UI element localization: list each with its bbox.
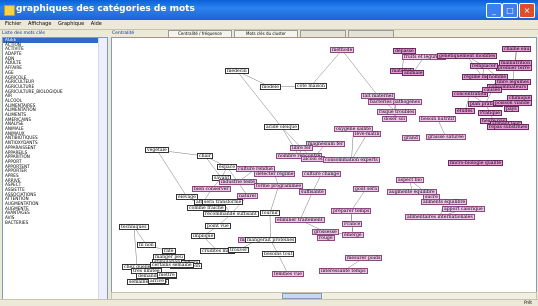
graph-canvas[interactable]: méthode dépassé fruits et légumes génétique… — [111, 37, 537, 293]
graph-node[interactable]: consommation experts — [323, 157, 380, 163]
graph-node[interactable]: pays — [504, 106, 519, 112]
graph-node[interactable]: goût sera — [353, 186, 379, 192]
graph-node[interactable]: méthode — [330, 47, 355, 53]
graph-node[interactable]: premier terre — [496, 65, 532, 71]
graph-node[interactable]: besoin nutritif — [419, 116, 457, 122]
graph-node[interactable]: apport calorique — [442, 206, 485, 212]
graph-node[interactable]: doser soi — [382, 116, 408, 122]
graph-node[interactable]: remplacer — [470, 63, 498, 69]
menu-affichage[interactable]: Affichage — [28, 20, 52, 29]
graph-node[interactable]: forme programmée — [254, 183, 304, 189]
graph-node[interactable]: éliminer traitement — [275, 217, 325, 223]
status-text: Prêt — [524, 300, 532, 305]
graph-node[interactable]: aliments équilibre — [421, 199, 468, 205]
title-bar: graphiques des catégories de mots _ □ × — [0, 0, 538, 20]
graph-node[interactable]: détecter régime — [254, 171, 296, 177]
graph-edge — [269, 185, 279, 214]
graph-node[interactable]: fil non — [137, 242, 156, 248]
graph-node[interactable]: techniques — [119, 224, 149, 230]
graph-node[interactable]: études — [455, 108, 475, 114]
graph-node[interactable]: repas substitués — [487, 124, 530, 130]
close-button[interactable]: × — [519, 3, 535, 18]
view-tabs: Centralité Centralité / fréquence Mots c… — [112, 30, 538, 38]
graph-node[interactable]: graisse saturée — [426, 134, 466, 140]
graph-node[interactable]: recommandé suffisant — [203, 211, 259, 217]
menu-graphique[interactable]: Graphique — [58, 20, 84, 29]
keyword-list[interactable]: AGEE ACTION ACTIVITE ADAPTE ADN ADULTE AFFAIRE… — [2, 37, 108, 303]
minimize-button[interactable]: _ — [486, 3, 502, 18]
graph-node[interactable]: espace — [217, 164, 238, 170]
graph-node[interactable]: chaîne eau — [502, 46, 532, 52]
graph-node[interactable]: végétale — [145, 147, 169, 153]
graph-node[interactable]: bien conserver — [192, 186, 231, 192]
graph-node[interactable]: mesurer poids — [345, 255, 383, 261]
graph-node[interactable]: besoins tout — [262, 251, 295, 257]
graph-node[interactable]: alcool et — [301, 156, 325, 162]
graph-node[interactable]: rouge — [317, 235, 335, 241]
graph-node[interactable]: risque troubles — [377, 109, 417, 115]
graph-edge — [341, 49, 379, 97]
graph-node[interactable]: libre fer — [290, 145, 313, 151]
graph-node[interactable]: causée — [482, 87, 503, 93]
graph-node[interactable]: trouver — [228, 247, 250, 253]
graph-node[interactable]: côte maison — [295, 83, 328, 89]
graph-node[interactable]: implique — [191, 233, 216, 239]
graph-node[interactable]: génétiquement modifiés — [437, 53, 498, 59]
window-title: graphiques des catégories de mots — [16, 4, 195, 14]
graph-edge — [156, 149, 188, 198]
graph-node[interactable]: mettre — [157, 272, 177, 278]
graph-edge — [236, 70, 282, 128]
menu-fichier[interactable]: Fichier — [5, 20, 21, 29]
graph-node[interactable]: France — [342, 221, 363, 227]
graph-edge — [269, 212, 271, 241]
graph-node[interactable]: fournir — [260, 210, 281, 216]
keyword-panel: Liste des mots clés AGEE ACTION ACTIVITE AD… — [2, 30, 108, 303]
graph-node[interactable]: femmes vue — [272, 271, 304, 277]
keyword-list-item[interactable]: BACTERIES — [3, 220, 107, 226]
menu-bar: Fichier Affichage Graphique Aide — [0, 20, 538, 30]
maximize-button[interactable]: □ — [502, 3, 518, 18]
graph-edge — [310, 49, 343, 87]
graph-node[interactable]: bactéries pathogènes — [368, 99, 422, 105]
graph-node[interactable]: médecin — [225, 68, 249, 74]
graph-node[interactable]: chair — [197, 153, 213, 159]
graph-node[interactable]: mangerait protéines — [245, 237, 297, 243]
graph-node[interactable]: acide oléique — [264, 124, 299, 130]
graph-node[interactable]: Pratique — [478, 110, 502, 116]
graph-node[interactable]: préparer temps — [331, 208, 372, 214]
view-label: Centralité — [112, 31, 135, 36]
graph-node[interactable]: micro-biologie qualité — [448, 160, 504, 166]
graph-node[interactable]: intéressante temps — [319, 268, 368, 274]
graph-node[interactable]: modèle — [260, 84, 281, 90]
graph-node[interactable]: émergé — [342, 232, 364, 238]
keyword-list-header: Liste des mots clés — [2, 31, 45, 36]
graph-node[interactable]: point vue — [205, 223, 231, 229]
keyword-list-scrollbar[interactable] — [98, 38, 107, 302]
graph-edge — [299, 191, 313, 221]
graph-node[interactable]: aspect bio — [396, 177, 424, 183]
graph-node[interactable]: alimentaires internationales — [405, 214, 475, 220]
graph-node[interactable]: suffisante — [299, 189, 326, 195]
graph-node[interactable]: lève-matin — [353, 131, 382, 137]
graph-node[interactable]: culture change — [302, 171, 342, 177]
graph-node[interactable]: grand — [402, 135, 420, 141]
graph-node[interactable]: animale — [402, 70, 425, 76]
menu-aide[interactable]: Aide — [91, 20, 102, 29]
graph-node[interactable]: industrie testé — [219, 179, 257, 185]
app-icon — [4, 5, 15, 16]
